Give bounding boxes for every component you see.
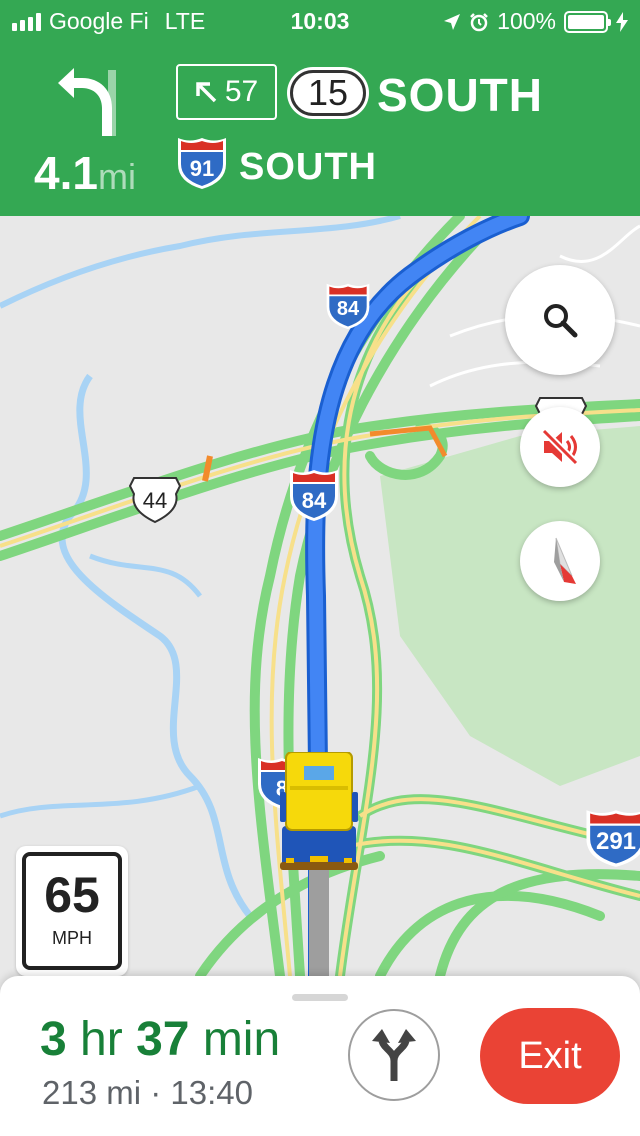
remaining-distance: 213 mi bbox=[42, 1074, 142, 1111]
status-bar: Google Fi LTE 10:03 100% bbox=[0, 0, 640, 40]
speed-limit-sign: 65 MPH bbox=[16, 846, 128, 976]
eta-minutes: 37 bbox=[136, 1013, 190, 1066]
drag-handle[interactable] bbox=[292, 994, 348, 1001]
trip-summary-panel[interactable]: 3 hr 37 min 213 mi · 13:40 Exit bbox=[0, 976, 640, 1136]
river bbox=[0, 783, 201, 819]
maneuver-distance: 4.1mi bbox=[34, 146, 136, 200]
volume-mute-icon bbox=[541, 428, 579, 466]
navigation-header[interactable]: 4.1mi 57 15 SOUTH 91 SOUTH bbox=[0, 40, 640, 216]
local-road bbox=[559, 224, 640, 263]
alarm-icon bbox=[470, 12, 489, 31]
charging-icon bbox=[616, 11, 628, 32]
eta-minutes-unit: min bbox=[202, 1013, 281, 1066]
battery-percent: 100% bbox=[497, 8, 556, 34]
distance-value: 4.1 bbox=[34, 147, 98, 199]
eta-hours: 3 bbox=[40, 1013, 67, 1066]
alternate-routes-icon bbox=[372, 1029, 416, 1081]
interstate-shield: 91 bbox=[176, 136, 228, 190]
route-shield: 15 bbox=[290, 70, 366, 116]
mute-button[interactable] bbox=[520, 407, 600, 487]
shield-number: 84 bbox=[301, 488, 327, 513]
battery-icon bbox=[564, 10, 611, 33]
search-icon bbox=[544, 304, 578, 338]
compass-button[interactable] bbox=[520, 521, 600, 601]
us-route-shield-44: 44 bbox=[128, 476, 182, 524]
eta-details: 213 mi · 13:40 bbox=[42, 1074, 253, 1112]
location-arrow-icon bbox=[444, 13, 461, 30]
interstate-shield-84: 84 bbox=[288, 468, 340, 522]
arrow-up-left-icon bbox=[196, 82, 217, 103]
distance-unit: mi bbox=[97, 156, 136, 197]
river bbox=[89, 553, 202, 598]
turn-left-arrow-icon bbox=[58, 68, 116, 136]
interstate-shield-291: 291 bbox=[584, 808, 640, 868]
compass-icon bbox=[554, 537, 576, 584]
map-view[interactable]: 84 84 44 8 291 44 65 MPH bbox=[0, 216, 640, 976]
separator: · bbox=[150, 1074, 162, 1111]
exit-number: 57 bbox=[224, 75, 259, 108]
interstate-number: 91 bbox=[189, 156, 215, 181]
alternate-routes-button[interactable] bbox=[348, 1009, 440, 1101]
arrival-time: 13:40 bbox=[170, 1074, 253, 1111]
shield-number: 44 bbox=[142, 488, 168, 513]
search-button[interactable] bbox=[505, 265, 615, 375]
exit-sign: 57 bbox=[176, 64, 277, 120]
eta-duration: 3 hr 37 min bbox=[40, 1012, 280, 1067]
speed-limit-value: 65 bbox=[44, 867, 100, 923]
exit-navigation-button[interactable]: Exit bbox=[480, 1008, 620, 1104]
shield-number: 84 bbox=[336, 298, 360, 320]
interstate-shield-84-north: 84 bbox=[324, 282, 372, 330]
route-direction: SOUTH bbox=[377, 69, 543, 121]
vehicle-marker-icon bbox=[280, 752, 358, 870]
eta-hours-unit: hr bbox=[80, 1013, 123, 1066]
next-route-direction: SOUTH bbox=[239, 146, 377, 188]
speed-limit-unit: MPH bbox=[52, 928, 92, 948]
park-area bbox=[380, 426, 640, 786]
shield-number: 291 bbox=[595, 828, 637, 855]
